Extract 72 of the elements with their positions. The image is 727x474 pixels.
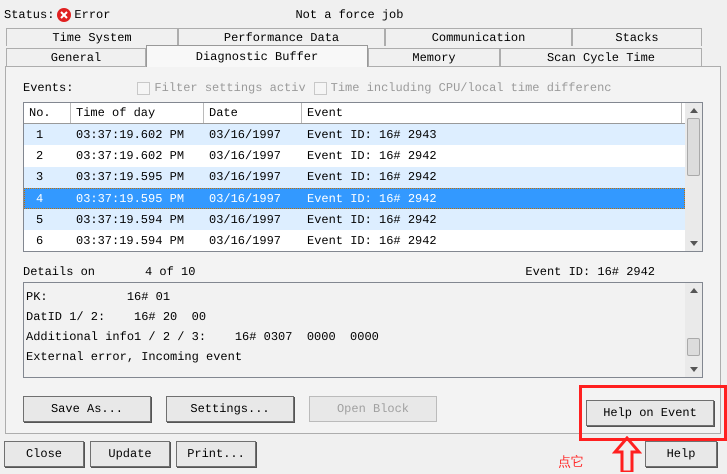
table-cell-text: 03/16/1997 <box>208 212 282 227</box>
scroll-up-icon[interactable] <box>690 288 698 293</box>
details-position: 4 of 10 <box>145 265 196 279</box>
footer-button[interactable]: Print... <box>176 441 256 467</box>
table-cell-text: 4 <box>35 192 44 206</box>
dialog-button[interactable]: Save As... <box>23 396 151 422</box>
help-on-event-button[interactable]: Help on Event <box>586 400 714 426</box>
table-cell-text: 03/16/1997 <box>208 148 282 163</box>
table-cell-text: Event ID: 16# 2942 <box>306 148 438 163</box>
table-cell-text: Event ID: 16# 2942 <box>306 234 438 248</box>
tab[interactable]: Diagnostic Buffer <box>146 45 368 67</box>
details-line: PK: 16# 01 <box>26 289 172 306</box>
checkbox-label: Time including CPU/local time differenc <box>330 81 612 95</box>
table-cell-text: 1 <box>35 128 44 142</box>
table-cell-text: Event ID: 16# 2942 <box>306 192 438 206</box>
table-cell-text: Event ID: 16# 2943 <box>306 128 438 142</box>
tab[interactable]: Performance Data <box>178 28 385 46</box>
column-header[interactable]: Date <box>204 103 302 123</box>
scroll-thumb[interactable] <box>687 118 700 176</box>
details-label: Details on <box>23 265 96 279</box>
scrollbar[interactable] <box>685 283 702 377</box>
annotation-text: 点它 <box>558 454 584 471</box>
column-header[interactable]: Event <box>302 103 682 123</box>
details-line: DatID 1/ 2: 16# 20 00 <box>26 309 208 326</box>
column-header[interactable]: Time of day <box>71 103 204 123</box>
table-row[interactable]: 3 03:37:19.595 PM 03/16/1997 Event ID: 16# 2942 <box>24 166 685 188</box>
table-row[interactable]: 5 03:37:19.594 PM 03/16/1997 Event ID: 16# 2942 <box>24 209 685 230</box>
table-cell-text: 2 <box>35 148 44 163</box>
table-cell-text: 03/16/1997 <box>208 128 282 142</box>
tab[interactable]: Stacks <box>572 28 702 46</box>
details-text-area[interactable]: PK: 16# 01 DatID 1/ 2: 16# 20 00 Additional info1 / 2 / 3: 16# 0307 0000 0000 External error, Incoming event <box>23 282 703 378</box>
tab[interactable]: Memory <box>368 48 500 66</box>
tab[interactable]: General <box>6 48 146 66</box>
table-cell-text: 03/16/1997 <box>208 170 282 184</box>
tab[interactable]: Scan Cycle Time <box>500 48 702 66</box>
table-cell-text: Event ID: 16# 2942 <box>306 212 438 227</box>
table-cell-text: 03/16/1997 <box>208 192 282 206</box>
table-cell-text: 03/16/1997 <box>208 234 282 248</box>
scroll-up-icon[interactable] <box>690 108 698 113</box>
dialog-button[interactable]: Settings... <box>166 396 294 422</box>
scrollbar[interactable] <box>685 103 702 251</box>
table-cell-text: 03:37:19.602 PM <box>75 148 186 163</box>
table-cell-text: 03:37:19.594 PM <box>75 212 186 227</box>
status-label: Status: <box>4 8 54 22</box>
footer-button[interactable]: Update <box>90 441 170 467</box>
tab[interactable]: Communication <box>385 28 572 46</box>
table-cell-text: 03:37:19.594 PM <box>75 234 186 248</box>
force-job-status: Not a force job <box>295 8 404 22</box>
details-line: Additional info1 / 2 / 3: 16# 0307 0000 0000 <box>26 329 380 346</box>
tab[interactable]: Time System <box>6 28 178 46</box>
error-icon <box>57 8 72 22</box>
table-row[interactable]: 6 03:37:19.594 PM 03/16/1997 Event ID: 16# 2942 <box>24 230 685 251</box>
status-value: Error <box>74 8 110 22</box>
help-button[interactable]: Help <box>645 441 717 467</box>
table-cell-text: 5 <box>35 212 44 227</box>
table-cell-text: 6 <box>35 234 44 248</box>
table-cell-text: Event ID: 16# 2942 <box>306 170 438 184</box>
table-cell-text: 3 <box>35 170 44 184</box>
scroll-down-icon[interactable] <box>690 367 698 372</box>
table-cell-text: 03:37:19.595 PM <box>75 170 186 184</box>
table-cell-text: 03:37:19.602 PM <box>75 128 186 142</box>
footer-button[interactable]: Close <box>4 441 84 467</box>
table-row[interactable]: 2 03:37:19.602 PM 03/16/1997 Event ID: 16# 2942 <box>24 145 685 167</box>
checkbox-label: Filter settings activ <box>154 81 306 95</box>
scroll-down-icon[interactable] <box>690 241 698 246</box>
details-line: External error, Incoming event <box>26 349 244 366</box>
table-row[interactable]: 1 03:37:19.602 PM 03/16/1997 Event ID: 16# 2943 <box>24 124 685 146</box>
table-cell-text: 03:37:19.595 PM <box>75 192 186 206</box>
details-event-id: Event ID: 16# 2942 <box>525 265 655 279</box>
column-header[interactable]: No. <box>24 103 71 123</box>
scroll-thumb[interactable] <box>687 338 700 356</box>
events-label: Events: <box>23 81 74 95</box>
